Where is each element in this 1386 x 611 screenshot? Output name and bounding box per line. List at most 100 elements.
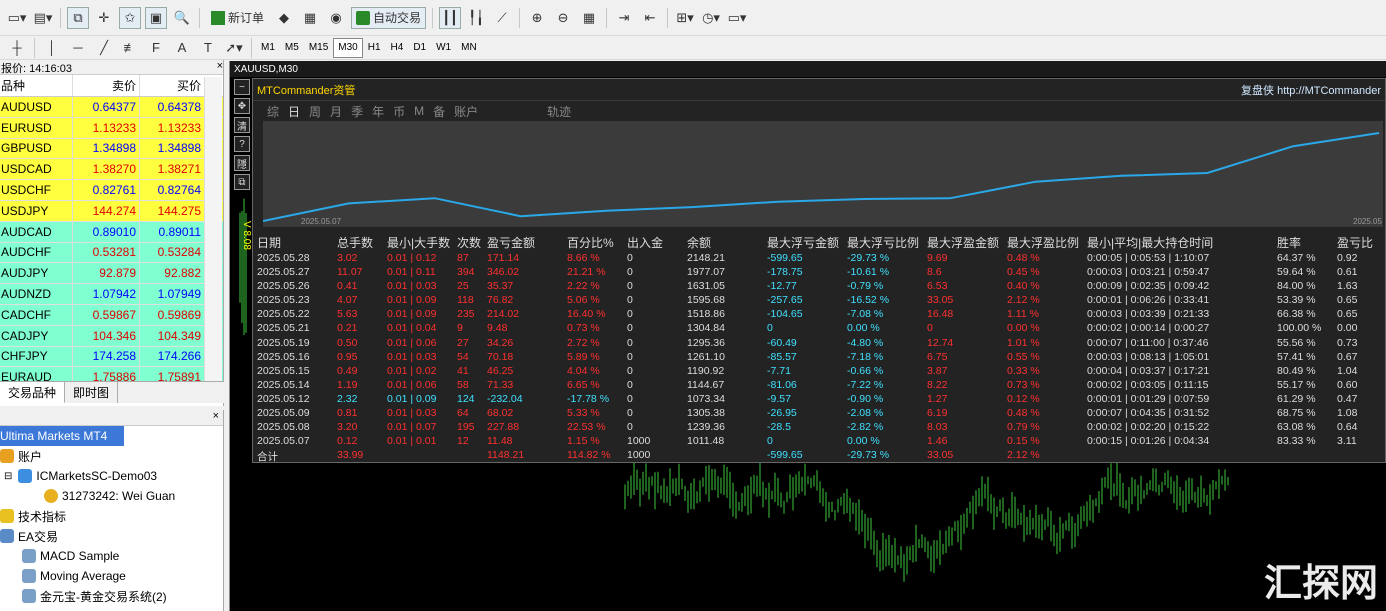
- templates-icon[interactable]: ▭▾: [726, 7, 748, 29]
- candle-chart-icon[interactable]: ╿╽: [465, 7, 487, 29]
- minimize-icon[interactable]: −: [234, 79, 250, 95]
- close-icon[interactable]: ×: [0, 410, 223, 426]
- panel-brand-link[interactable]: 复盘侠 http://MTCommander: [1241, 82, 1381, 98]
- text-icon[interactable]: A: [171, 37, 193, 59]
- nav-account[interactable]: 31273242: Wei Guan: [0, 486, 223, 506]
- auto-trade-button[interactable]: 自动交易: [351, 6, 427, 29]
- symbol-row[interactable]: AUDNZD 1.07942 1.07949: [0, 284, 223, 305]
- panel-tab[interactable]: 账户: [454, 103, 478, 120]
- chart-shift-icon[interactable]: ⇤: [639, 7, 661, 29]
- symbol-row[interactable]: EURUSD 1.13233 1.13233: [0, 117, 223, 139]
- indicators-icon[interactable]: ⊞▾: [674, 7, 696, 29]
- stats-header-cell[interactable]: 最大浮亏比例: [843, 234, 923, 252]
- market-watch-scrollbar[interactable]: [204, 77, 222, 381]
- arrows-icon[interactable]: ➚▾: [223, 37, 245, 59]
- stats-header-cell[interactable]: 盈亏金额: [483, 234, 563, 252]
- bar-chart-icon[interactable]: ┃┃: [439, 6, 462, 29]
- tile-windows-icon[interactable]: ▦: [578, 7, 600, 29]
- col-ask[interactable]: 买价: [139, 75, 204, 96]
- panel-tab[interactable]: 年: [372, 103, 384, 120]
- symbol-row[interactable]: USDCAD 1.38270 1.38271: [0, 159, 223, 181]
- stats-header-cell[interactable]: 百分比%: [563, 234, 623, 252]
- symbol-row[interactable]: AUDJPY 92.879 92.882: [0, 263, 223, 285]
- stats-header-cell[interactable]: 最大浮盈金额: [923, 234, 1003, 252]
- stats-header-cell[interactable]: 出入金: [623, 234, 683, 252]
- nav-server[interactable]: ⊟ ICMarketsSC-Demo03: [0, 466, 223, 486]
- restore-icon[interactable]: ⧉: [234, 174, 250, 190]
- nav-accounts[interactable]: 账户: [0, 446, 223, 466]
- stats-header-cell[interactable]: 最小|大手数: [383, 234, 453, 252]
- profiles-icon[interactable]: ▤▾: [32, 7, 54, 29]
- label-icon[interactable]: T: [197, 37, 219, 59]
- panel-tab[interactable]: 综: [267, 103, 279, 120]
- col-symbol[interactable]: 品种: [0, 75, 72, 96]
- stats-header-cell[interactable]: 最大浮盈比例: [1003, 234, 1083, 252]
- channel-icon[interactable]: ≢: [119, 37, 141, 59]
- symbol-row[interactable]: CHFJPY 174.258 174.266: [0, 346, 223, 368]
- fibonacci-icon[interactable]: F: [145, 37, 167, 59]
- close-icon[interactable]: ×: [217, 60, 223, 74]
- panel-tab[interactable]: 月: [330, 103, 342, 120]
- stats-header-cell[interactable]: 余额: [683, 234, 763, 252]
- terminal-icon[interactable]: ▣: [145, 6, 167, 29]
- stats-header-cell[interactable]: 最大浮亏金额: [763, 234, 843, 252]
- zoom-in-icon[interactable]: ⊕: [526, 7, 548, 29]
- auto-scroll-icon[interactable]: ⇥: [613, 7, 635, 29]
- timeframe-h4[interactable]: H4: [386, 38, 409, 58]
- symbol-row[interactable]: AUDCHF 0.53281 0.53284: [0, 242, 223, 264]
- timeframe-m15[interactable]: M15: [304, 38, 333, 58]
- signals-icon[interactable]: ◉: [325, 7, 347, 29]
- panel-tab[interactable]: 日: [288, 103, 300, 120]
- crosshair-icon[interactable]: ┼: [6, 37, 28, 59]
- vertical-line-icon[interactable]: │: [41, 37, 63, 59]
- symbol-row[interactable]: AUDCAD 0.89010 0.89011: [0, 221, 223, 243]
- nav-ea-item[interactable]: MACD Sample: [0, 546, 223, 566]
- nav-ea-item[interactable]: 金元宝-黄金交易系统(2): [0, 586, 223, 606]
- help-icon[interactable]: ?: [234, 136, 250, 152]
- stats-header-cell[interactable]: 总手数: [333, 234, 383, 252]
- line-chart-icon[interactable]: ⟋: [491, 7, 513, 29]
- nav-root[interactable]: Ultima Markets MT4: [0, 426, 124, 446]
- timeframe-d1[interactable]: D1: [408, 38, 431, 58]
- clear-icon[interactable]: 清: [234, 117, 250, 133]
- timeframe-m30[interactable]: M30: [333, 37, 363, 58]
- horizontal-line-icon[interactable]: ─: [67, 37, 89, 59]
- symbol-row[interactable]: CADJPY 104.346 104.349: [0, 325, 223, 347]
- zoom-out-icon[interactable]: ⊖: [552, 7, 574, 29]
- metaeditor-icon[interactable]: ◆: [273, 7, 295, 29]
- stats-header-cell[interactable]: 盈亏比: [1333, 234, 1383, 252]
- nav-ea-item[interactable]: Moving Average: [0, 566, 223, 586]
- col-bid[interactable]: 卖价: [72, 75, 139, 96]
- tester-icon[interactable]: 🔍: [171, 7, 193, 29]
- timeframe-m1[interactable]: M1: [256, 38, 280, 58]
- symbol-row[interactable]: CADCHF 0.59867 0.59869: [0, 304, 223, 326]
- data-window-icon[interactable]: ✛: [93, 7, 115, 29]
- symbol-row[interactable]: GBPUSD 1.34898 1.34898: [0, 138, 223, 160]
- stats-header-cell[interactable]: 最小|平均|最大持仓时间: [1083, 234, 1273, 252]
- panel-tab[interactable]: 币: [393, 103, 405, 120]
- timeframe-h1[interactable]: H1: [363, 38, 386, 58]
- panel-tab[interactable]: 季: [351, 103, 363, 120]
- panel-tab[interactable]: 备: [433, 103, 445, 120]
- new-chart-icon[interactable]: ▭▾: [6, 7, 28, 29]
- timeframe-w1[interactable]: W1: [431, 38, 456, 58]
- new-order-button[interactable]: 新订单: [206, 7, 269, 29]
- panel-tab[interactable]: M: [414, 104, 424, 118]
- nav-indicators[interactable]: 技术指标: [0, 506, 223, 526]
- timeframe-m5[interactable]: M5: [280, 38, 304, 58]
- stats-header-cell[interactable]: 日期: [253, 234, 333, 252]
- symbol-row[interactable]: AUDUSD 0.64377 0.64378: [0, 97, 223, 118]
- navigator-icon[interactable]: ✩: [119, 6, 141, 29]
- timeframe-mn[interactable]: MN: [456, 38, 482, 58]
- tab-tick-chart[interactable]: 即时图: [65, 382, 119, 403]
- hide-icon[interactable]: 隱: [234, 155, 250, 171]
- market-watch-icon[interactable]: ⧉: [67, 6, 89, 29]
- symbol-row[interactable]: USDCHF 0.82761 0.82764: [0, 180, 223, 201]
- nav-ea[interactable]: EA交易: [0, 526, 223, 546]
- trendline-icon[interactable]: ╱: [93, 37, 115, 59]
- symbol-row[interactable]: USDJPY 144.274 144.275: [0, 200, 223, 222]
- panel-tab[interactable]: 轨迹: [547, 103, 571, 120]
- tab-symbols[interactable]: 交易品种: [0, 382, 66, 403]
- stats-header-cell[interactable]: 胜率: [1273, 234, 1333, 252]
- panel-tab[interactable]: 周: [309, 103, 321, 120]
